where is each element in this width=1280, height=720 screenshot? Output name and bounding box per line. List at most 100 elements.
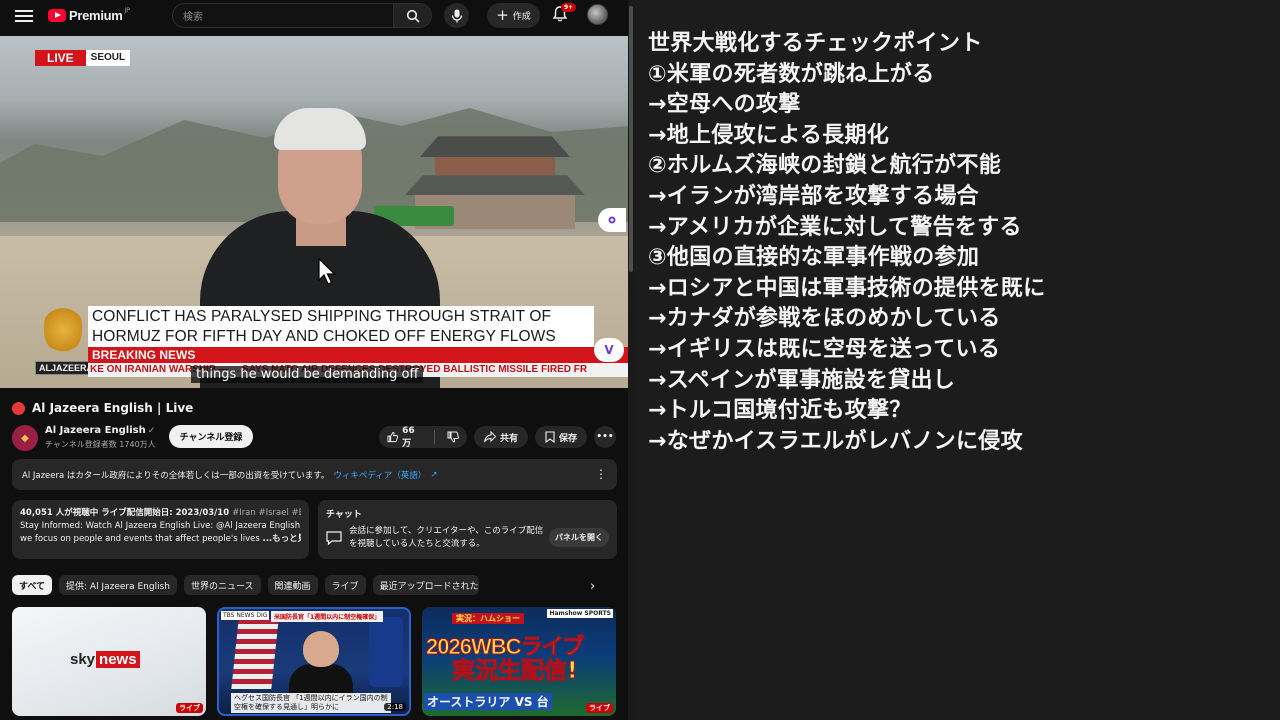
more-actions-button[interactable]: •••: [594, 426, 616, 448]
share-label: 共有: [499, 433, 518, 444]
chip-related[interactable]: 関連動画: [267, 575, 318, 595]
bookmark-icon: [545, 431, 555, 443]
video-title: Al Jazeera English | Live: [32, 401, 194, 415]
notes-line: →アメリカが企業に対して警告をする: [648, 214, 1022, 240]
create-label: 作成: [512, 12, 531, 22]
funding-notice: Al Jazeera はカタール政府によりその全体若しくは一部の出資を受けていま…: [12, 459, 617, 490]
channel-name[interactable]: Al Jazeera English: [45, 425, 146, 436]
save-button[interactable]: 保存: [535, 426, 587, 448]
notifications-button[interactable]: 9+: [551, 3, 577, 25]
like-dislike-group: 66万: [379, 426, 467, 449]
overlay-action-button[interactable]: [598, 208, 626, 232]
channel-avatar[interactable]: ◆: [12, 425, 38, 451]
menu-icon[interactable]: [14, 7, 34, 23]
video-title-row: Al Jazeera English | Live: [12, 401, 193, 415]
subscriber-count: チャンネル登録者数 1740万人: [45, 440, 156, 449]
open-panel-button[interactable]: パネルを開く: [549, 528, 609, 547]
thumbnail-brand: Hamshow SPORTS: [547, 609, 613, 618]
top-bar: Premium JP 検索 + 作成 9+: [0, 0, 632, 30]
aljazeera-avatar-icon: ◆: [21, 432, 29, 444]
sparkle-icon: [608, 216, 616, 224]
breaking-news-bar: BREAKING NEWS: [88, 347, 628, 363]
us-flag: [231, 619, 279, 689]
chip-world-news[interactable]: 世界のニュース: [183, 575, 261, 595]
thumbnail-top-label: 実況：ハムショー: [452, 613, 524, 624]
plus-icon: +: [496, 6, 509, 24]
youtube-pane: Premium JP 検索 + 作成 9+ LIVE SEOUL ALJAZEE…: [0, 0, 632, 720]
search-icon: [406, 9, 420, 23]
live-badge: ライブ: [586, 703, 613, 713]
chat-prompt: 会話に参加して、クリエイターや、このライブ配信を視聴している人たちと交流する。: [349, 526, 544, 549]
funding-notice-text: Al Jazeera はカタール政府によりその全体若しくは一部の出資を受けていま…: [22, 470, 330, 481]
search-input[interactable]: 検索: [173, 8, 393, 23]
recommendation-chips: すべて 提供: Al Jazeera English 世界のニュース 関連動画 …: [12, 575, 479, 595]
location-label: SEOUL: [85, 50, 131, 66]
closed-caption: things he would be demanding off: [191, 366, 424, 383]
scrollbar-thumb[interactable]: [629, 6, 633, 272]
duration-badge: 2:18: [384, 703, 406, 711]
external-link-icon: ↗: [430, 469, 438, 480]
thumbs-down-icon: [447, 431, 459, 443]
notice-menu-icon[interactable]: ⋮: [595, 467, 607, 481]
channel-tag: TBS NEWS DIG: [221, 611, 270, 620]
notes-line: →スペインが軍事施設を貸出し: [648, 367, 956, 393]
live-indicator-icon: [12, 401, 25, 415]
news-headline: CONFLICT HAS PARALYSED SHIPPING THROUGH …: [88, 306, 594, 348]
more-horizontal-icon: •••: [596, 432, 614, 442]
show-more-link[interactable]: ...もっと見る: [262, 534, 301, 544]
verified-check-icon: ✓: [147, 426, 156, 436]
description-line-1: Stay Informed: Watch Al Jazeera English …: [20, 521, 301, 531]
like-button[interactable]: 66万: [379, 426, 430, 449]
logo-region: JP: [124, 7, 130, 14]
notes-line: →ロシアと中国は軍事技術の提供を既に: [648, 275, 1046, 301]
subscribe-button[interactable]: チャンネル登録: [169, 425, 253, 448]
video-description[interactable]: 40,051 人が視聴中 ライブ配信開始日: 2023/03/10 #Iran …: [12, 500, 309, 559]
thumbnail-headline: 米国防長官「1週間以内に制空権確保」: [271, 611, 384, 622]
thumbnail-caption: ヘグセス国防長官 「1週間以内にイラン国内の制空権を確保する見通し」明らかに: [231, 693, 391, 713]
hashtags[interactable]: #Iran #Israel #B: [232, 508, 301, 518]
live-label: LIVE: [35, 50, 86, 66]
notes-line: →イギリスは既に空母を送っている: [648, 336, 1001, 362]
recommended-video-thumbnail[interactable]: sky news ライブ: [12, 607, 206, 716]
account-avatar[interactable]: [587, 4, 608, 25]
notes-line: →空母への攻撃: [648, 92, 801, 118]
channel-name-row[interactable]: Al Jazeera English ✓: [45, 425, 155, 436]
overlay-v-button[interactable]: V: [594, 338, 624, 362]
create-button[interactable]: + 作成: [487, 3, 540, 28]
dislike-button[interactable]: [439, 426, 467, 448]
notes-line: ②ホルムズ海峡の封鎖と航行が不能: [648, 153, 1001, 179]
notes-line: →カナダが参戦をほのめかしている: [648, 306, 1001, 332]
share-icon: [483, 431, 496, 443]
recommended-video-thumbnail[interactable]: 実況：ハムショー Hamshow SPORTS 2026WBCライブ 実況生配信…: [422, 607, 616, 716]
voice-search-button[interactable]: [444, 3, 469, 28]
video-player[interactable]: LIVE SEOUL ALJAZEERA CONFLICT HAS PARALY…: [0, 36, 628, 388]
chips-next-chevron-icon[interactable]: ›: [590, 579, 595, 594]
notes-line: →地上侵攻による長期化: [648, 122, 890, 148]
search-box[interactable]: 検索: [172, 3, 432, 28]
description-meta: 40,051 人が視聴中 ライブ配信開始日: 2023/03/10 #Iran …: [20, 507, 301, 520]
notes-panel: 世界大戦化するチェックポイント ①米軍の死者数が跳ね上がる →空母への攻撃 →地…: [634, 0, 1280, 720]
youtube-logo[interactable]: Premium JP: [48, 6, 130, 24]
chat-bubble-icon: [326, 531, 342, 545]
description-line-2-row: we focus on people and events that affec…: [20, 533, 301, 546]
chip-live[interactable]: ライブ: [324, 575, 366, 595]
mouse-pointer-icon: [318, 258, 336, 285]
v-logo-icon: V: [604, 343, 614, 357]
speaker-head: [303, 631, 339, 667]
chip-all[interactable]: すべて: [12, 575, 53, 595]
thumbnail-matchup: オーストラリア VS 台: [424, 693, 552, 710]
notes-line: →イランが湾岸部を攻撃する場合: [648, 183, 979, 209]
chip-recently-uploaded[interactable]: 最近アップロードされた動画: [372, 575, 479, 595]
save-label: 保存: [558, 433, 577, 444]
recommended-video-thumbnail[interactable]: TBS NEWS DIG 米国防長官「1週間以内に制空権確保」 ヘグセス国防長官…: [217, 607, 411, 716]
wikipedia-link[interactable]: ウィキペディア（英語）: [333, 469, 426, 481]
seal-flag: [369, 617, 403, 687]
notes-line: →なぜかイスラエルがレバノンに侵攻: [648, 428, 1023, 454]
search-button[interactable]: [393, 4, 431, 27]
description-line-2: we focus on people and events that affec…: [20, 534, 263, 544]
live-badge: ライブ: [176, 703, 203, 713]
share-button[interactable]: 共有: [474, 426, 528, 448]
logo-word: Premium: [69, 7, 123, 23]
notes-title: 世界大戦化するチェックポイント: [648, 31, 983, 56]
chip-from-channel[interactable]: 提供: Al Jazeera English: [59, 575, 177, 595]
